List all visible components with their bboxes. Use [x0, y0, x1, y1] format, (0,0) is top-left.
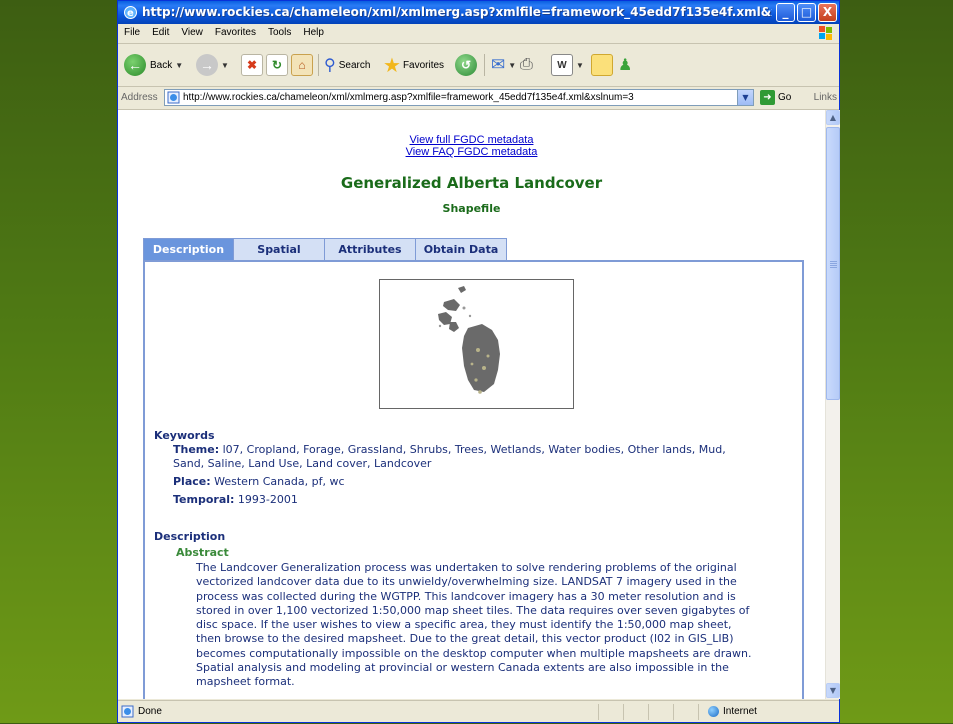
forward-arrow-icon: → — [196, 54, 218, 76]
address-bar: Address http://www.rockies.ca/chameleon/… — [118, 87, 839, 110]
address-label: Address — [121, 92, 158, 103]
tab-description[interactable]: Description — [143, 238, 234, 260]
discuss-button[interactable] — [591, 52, 613, 78]
abstract-heading: Abstract — [176, 546, 229, 559]
page-title: Generalized Alberta Landcover — [340, 174, 603, 192]
stop-icon: ✖ — [241, 54, 263, 76]
status-divider — [698, 704, 699, 720]
ie-logo-icon: e — [124, 6, 137, 19]
menu-view[interactable]: View — [175, 24, 209, 38]
faq-metadata-link[interactable]: View FAQ FGDC metadata — [406, 146, 538, 158]
search-button[interactable]: ⚲ Search — [324, 52, 370, 78]
theme-keywords-cont: Sand, Saline, Land Use, Land cover, Land… — [173, 457, 432, 470]
menu-tools[interactable]: Tools — [262, 24, 297, 38]
edit-icon: W — [551, 54, 573, 76]
chevron-down-icon: ▼ — [508, 60, 517, 70]
close-button[interactable]: X — [818, 3, 837, 22]
theme-keywords: Theme: l07, Cropland, Forage, Grassland,… — [173, 443, 726, 456]
menu-help[interactable]: Help — [297, 24, 330, 38]
security-zone: Internet — [708, 706, 757, 717]
metadata-links: View full FGDC metadata View FAQ FGDC me… — [118, 134, 825, 158]
abstract-text: The Landcover Generalization process was… — [196, 561, 752, 689]
mail-button[interactable]: ✉ ▼ — [491, 52, 516, 78]
toolbar-separator — [484, 54, 485, 76]
status-divider — [623, 704, 624, 720]
refresh-icon: ↻ — [266, 54, 288, 76]
messenger-button[interactable]: ♟ — [618, 52, 632, 78]
page-content: View full FGDC metadata View FAQ FGDC me… — [118, 110, 825, 699]
window-title: http://www.rockies.ca/chameleon/xml/xmlm… — [142, 5, 772, 19]
address-dropdown-icon[interactable]: ▼ — [737, 90, 753, 105]
favorites-button[interactable]: ★ Favorites — [383, 52, 444, 78]
temporal-keywords: Temporal: 1993-2001 — [173, 493, 298, 506]
edit-button[interactable]: W ▼ — [551, 52, 584, 78]
menu-favorites[interactable]: Favorites — [209, 24, 262, 38]
back-button[interactable]: ← Back ▼ — [124, 52, 183, 78]
title-bar[interactable]: e http://www.rockies.ca/chameleon/xml/xm… — [118, 1, 839, 24]
page-icon — [167, 91, 180, 104]
home-button[interactable]: ⌂ — [291, 52, 313, 78]
page-done-icon — [121, 705, 134, 718]
menu-bar: File Edit View Favorites Tools Help — [118, 24, 839, 44]
messenger-icon: ♟ — [618, 57, 633, 74]
status-text: Done — [138, 706, 162, 717]
chevron-down-icon: ▼ — [221, 60, 229, 70]
scroll-up-icon[interactable]: ▲ — [826, 110, 840, 125]
menu-edit[interactable]: Edit — [146, 24, 175, 38]
full-metadata-link[interactable]: View full FGDC metadata — [410, 134, 534, 146]
page-subtitle: Shapefile — [442, 202, 501, 215]
history-button[interactable]: ↺ — [455, 52, 477, 78]
status-divider — [598, 704, 599, 720]
minimize-button[interactable]: _ — [776, 3, 795, 22]
printer-icon: ⎙ — [520, 56, 533, 73]
back-arrow-icon: ← — [124, 54, 146, 76]
scroll-thumb[interactable] — [826, 127, 840, 400]
tab-obtain-data[interactable]: Obtain Data — [416, 238, 507, 260]
address-input[interactable]: http://www.rockies.ca/chameleon/xml/xmlm… — [164, 89, 754, 106]
globe-icon — [708, 706, 719, 717]
print-button[interactable]: ⎙ — [520, 52, 533, 78]
scroll-down-icon[interactable]: ▼ — [826, 683, 840, 698]
grip-icon — [830, 261, 837, 262]
place-keywords: Place: Western Canada, pf, wc — [173, 475, 345, 488]
status-divider — [648, 704, 649, 720]
history-icon: ↺ — [455, 54, 477, 76]
toolbar: ← Back ▼ → ▼ ✖ ↻ ⌂ ⚲ Search ★ Favorites ↺ … — [118, 44, 839, 87]
svg-text:e: e — [127, 8, 134, 19]
status-bar: Done Internet — [118, 700, 839, 724]
status-divider — [673, 704, 674, 720]
windows-logo-icon — [819, 26, 832, 40]
vertical-scrollbar[interactable]: ▲ ▼ — [825, 110, 840, 699]
maximize-button[interactable]: □ — [797, 3, 816, 22]
chevron-down-icon: ▼ — [175, 60, 184, 70]
go-button[interactable]: ➜ Go — [760, 90, 791, 105]
chevron-down-icon: ▼ — [576, 60, 584, 70]
menu-file[interactable]: File — [118, 24, 146, 38]
star-icon: ★ — [383, 54, 401, 77]
refresh-button[interactable]: ↻ — [266, 52, 288, 78]
landcover-map-image — [438, 286, 500, 394]
search-icon: ⚲ — [324, 57, 336, 74]
go-arrow-icon: ➜ — [760, 90, 775, 105]
tab-spatial[interactable]: Spatial — [234, 238, 325, 260]
forward-button[interactable]: → ▼ — [196, 52, 229, 78]
links-toolbar[interactable]: Links — [814, 92, 837, 103]
home-icon: ⌂ — [291, 54, 313, 76]
browser-window: e http://www.rockies.ca/chameleon/xml/xm… — [117, 0, 840, 723]
toolbar-separator — [318, 54, 319, 76]
mail-icon: ✉ — [491, 55, 506, 74]
address-url: http://www.rockies.ca/chameleon/xml/xmlm… — [183, 92, 634, 103]
note-icon — [591, 54, 613, 76]
stop-button[interactable]: ✖ — [241, 52, 263, 78]
keywords-heading: Keywords — [154, 429, 215, 442]
description-heading: Description — [154, 530, 226, 543]
map-thumbnail — [379, 279, 574, 409]
tab-attributes[interactable]: Attributes — [325, 238, 416, 260]
tab-bar: Description Spatial Attributes Obtain Da… — [143, 238, 507, 260]
